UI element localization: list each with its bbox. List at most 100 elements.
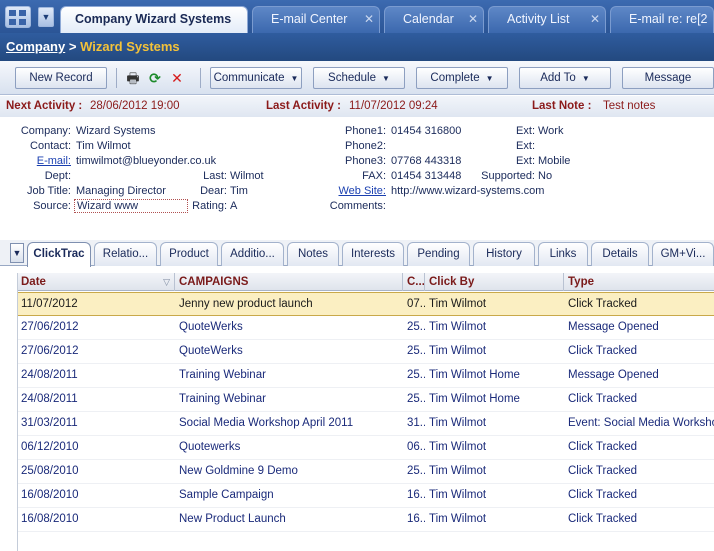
close-icon[interactable]: ✕ <box>590 7 600 31</box>
tab-email-center[interactable]: E-mail Center ✕ <box>252 6 380 33</box>
refresh-icon[interactable]: ⟳ <box>146 69 164 87</box>
table-row[interactable]: 27/06/2012 QuoteWerks 25... Tim Wilmot Messa… <box>18 316 714 340</box>
tab-activity-list[interactable]: Activity List ✕ <box>488 6 606 33</box>
toolbar-divider <box>200 68 201 88</box>
tab-details[interactable]: Details <box>591 242 649 266</box>
contact-value[interactable]: Tim Wilmot <box>76 140 131 152</box>
grid-menu-icon[interactable] <box>5 6 31 28</box>
header-label: Date <box>21 276 46 288</box>
cell-campaign: Training Webinar <box>179 393 266 405</box>
fax-value[interactable]: 01454 313448 <box>391 170 461 182</box>
phone3-value[interactable]: 07768 443318 <box>391 155 461 167</box>
contact-details-panel: Company: Wizard Systems Contact: Tim Wil… <box>0 118 714 236</box>
header-label: Type <box>568 276 594 288</box>
column-header-click-by[interactable]: Click By <box>426 273 564 291</box>
cell-c: 25... <box>407 393 425 405</box>
last-activity-value: 11/07/2012 09:24 <box>349 100 438 112</box>
cell-type: Click Tracked <box>568 441 638 453</box>
table-row[interactable]: 24/08/2011 Training Webinar 25... Tim Wilmo… <box>18 388 714 412</box>
activity-summary-bar: Next Activity : 28/06/2012 19:00 Last Ac… <box>0 96 714 117</box>
table-row[interactable]: 24/08/2011 Training Webinar 25... Tim Wilmo… <box>18 364 714 388</box>
last-name-value[interactable]: Wilmot <box>230 170 264 182</box>
phone1-label: Phone1: <box>345 125 386 137</box>
close-icon[interactable]: ✕ <box>468 7 478 31</box>
column-header-type[interactable]: Type <box>565 273 714 291</box>
grid-header: Date ▽ CAMPAIGNS C... Click By Type <box>18 273 714 291</box>
phone1-value[interactable]: 01454 316800 <box>391 125 461 137</box>
tab-email-re[interactable]: E-mail re: re[2 <box>610 6 714 33</box>
cell-date: 06/12/2010 <box>21 441 79 453</box>
tab-pending[interactable]: Pending <box>407 242 470 266</box>
company-value[interactable]: Wizard Systems <box>76 125 155 137</box>
tab-history[interactable]: History <box>473 242 535 266</box>
table-row[interactable]: 11/07/2012 Jenny new product launch 07... T… <box>18 292 714 316</box>
tab-company-wizard-systems[interactable]: Company Wizard Systems <box>60 6 248 33</box>
complete-button[interactable]: Complete ▼ <box>416 67 508 89</box>
cell-campaign: Training Webinar <box>179 369 266 381</box>
cell-c: 16... <box>407 489 425 501</box>
tab-calendar[interactable]: Calendar ✕ <box>384 6 484 33</box>
tab-product[interactable]: Product <box>160 242 218 266</box>
table-row[interactable]: 27/06/2012 QuoteWerks 25... Tim Wilmot Click… <box>18 340 714 364</box>
message-button[interactable]: Message <box>622 67 714 89</box>
tab-clicktrac[interactable]: ClickTrac <box>27 242 91 267</box>
delete-icon[interactable]: ✕ <box>168 69 186 87</box>
column-header-campaigns[interactable]: CAMPAIGNS <box>176 273 403 291</box>
tab-label: ClickTrac <box>33 248 85 260</box>
next-activity-value: 28/06/2012 19:00 <box>90 100 180 112</box>
column-header-date[interactable]: Date ▽ <box>18 273 175 291</box>
ext1-value[interactable]: Work <box>538 125 563 137</box>
email-value[interactable]: timwilmot@blueyonder.co.uk <box>76 155 216 167</box>
cell-type: Click Tracked <box>568 393 638 405</box>
table-row[interactable]: 16/08/2010 New Product Launch 16... Tim Wil… <box>18 508 714 532</box>
cell-type: Event: Social Media Workshop <box>568 417 714 429</box>
tab-gm-vision[interactable]: GM+Vi... <box>652 242 714 266</box>
cell-campaign: New Goldmine 9 Demo <box>179 465 298 477</box>
cell-click-by: Tim Wilmot <box>429 298 487 310</box>
rating-value[interactable]: A <box>230 200 237 212</box>
tab-relationships[interactable]: Relatio... <box>94 242 157 266</box>
schedule-button[interactable]: Schedule ▼ <box>313 67 405 89</box>
dear-label: Dear: <box>200 185 227 197</box>
add-to-button[interactable]: Add To ▼ <box>519 67 611 89</box>
source-label: Source: <box>33 200 71 212</box>
cell-type: Message Opened <box>568 321 659 333</box>
table-row[interactable]: 25/08/2010 New Goldmine 9 Demo 25... Tim Wi… <box>18 460 714 484</box>
tab-overflow-dropdown-icon[interactable]: ▼ <box>10 243 24 263</box>
cell-date: 16/08/2010 <box>21 489 79 501</box>
cell-date: 24/08/2011 <box>21 369 78 381</box>
ext3-value[interactable]: Mobile <box>538 155 570 167</box>
table-row[interactable]: 31/03/2011 Social Media Workshop April 20… <box>18 412 714 436</box>
breadcrumb-root-link[interactable]: Company <box>6 39 65 54</box>
new-record-button[interactable]: New Record <box>15 67 107 89</box>
button-label: Add To <box>540 72 576 84</box>
tab-label: Interests <box>350 248 396 260</box>
close-icon[interactable]: ✕ <box>364 7 374 31</box>
cell-campaign: Sample Campaign <box>179 489 274 501</box>
column-header-c[interactable]: C... <box>404 273 425 291</box>
source-value[interactable]: Wizard www <box>74 199 188 213</box>
record-toolbar: New Record 🖶 ⟳ ✕ Communicate ▼ Schedule ▼ … <box>0 61 714 95</box>
print-icon[interactable]: 🖶 <box>124 69 142 87</box>
table-row[interactable]: 16/08/2010 Sample Campaign 16... Tim Wilmot… <box>18 484 714 508</box>
tab-links[interactable]: Links <box>538 242 588 266</box>
email-link[interactable]: E-mail: <box>37 155 71 167</box>
communicate-button[interactable]: Communicate ▼ <box>210 67 302 89</box>
last-note-value: Test notes <box>603 100 656 112</box>
website-link[interactable]: Web Site: <box>339 185 387 197</box>
tab-list-dropdown-icon[interactable]: ▼ <box>38 7 54 27</box>
tab-label: Relatio... <box>102 248 149 260</box>
cell-date: 31/03/2011 <box>21 417 78 429</box>
header-label: C... <box>407 276 425 288</box>
button-label: Schedule <box>328 72 377 84</box>
tab-notes[interactable]: Notes <box>287 242 339 266</box>
chevron-down-icon: ▼ <box>382 74 390 83</box>
table-row[interactable]: 06/12/2010 Quotewerks 06... Tim Wilmot Click… <box>18 436 714 460</box>
website-value[interactable]: http://www.wizard-systems.com <box>391 185 544 197</box>
tab-additional[interactable]: Additio... <box>221 242 284 266</box>
tab-interests[interactable]: Interests <box>342 242 404 266</box>
dear-value[interactable]: Tim <box>230 185 248 197</box>
job-title-value[interactable]: Managing Director <box>76 185 166 197</box>
cell-click-by: Tim Wilmot <box>429 489 487 501</box>
supported-value[interactable]: No <box>538 170 552 182</box>
